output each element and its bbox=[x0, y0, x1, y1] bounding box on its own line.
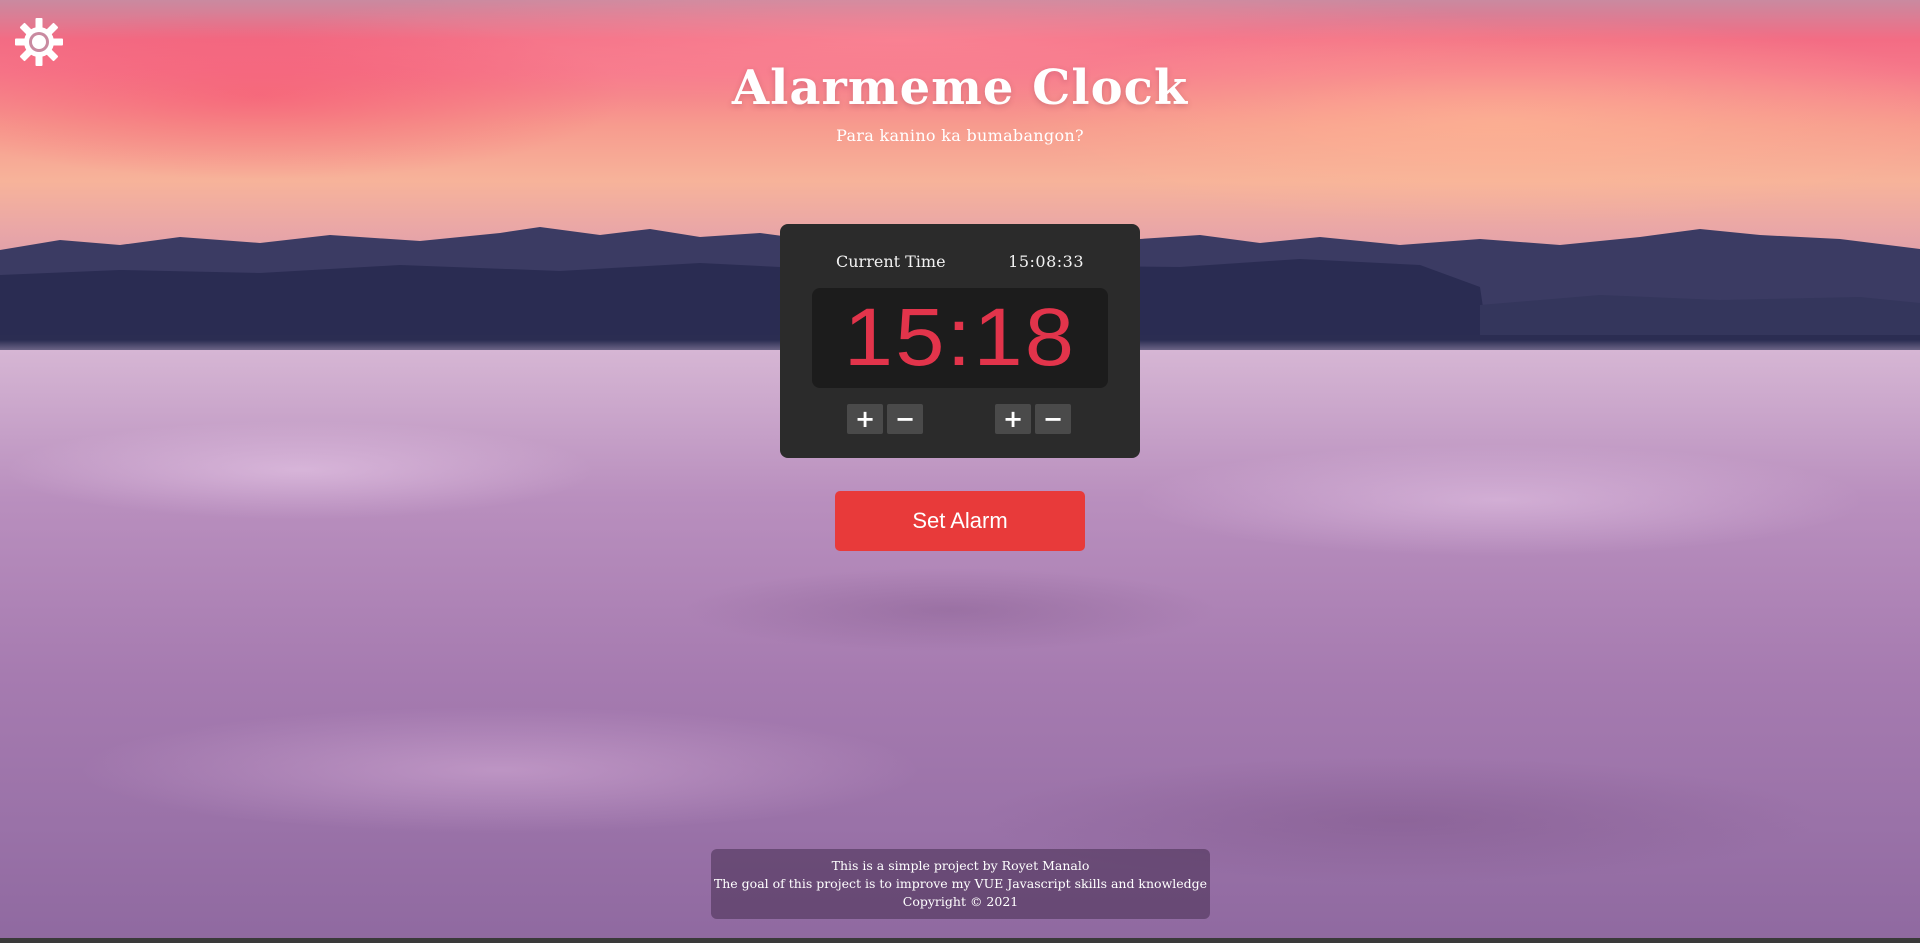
hour-decrement-button[interactable]: − bbox=[887, 404, 923, 434]
set-alarm-button[interactable]: Set Alarm bbox=[835, 491, 1085, 551]
page-subtitle: Para kanino ka bumabangon? bbox=[836, 126, 1084, 145]
page-header: Alarmeme Clock Para kanino ka bumabangon… bbox=[0, 58, 1920, 145]
footer-info: This is a simple project by Royet Manalo… bbox=[711, 849, 1210, 919]
current-time-row: Current Time 15:08:33 bbox=[780, 252, 1140, 274]
alarm-time-value: 15:18 bbox=[843, 292, 1077, 383]
footer-copyright: Copyright © 2021 bbox=[902, 894, 1019, 909]
minute-decrement-button[interactable]: − bbox=[1035, 404, 1071, 434]
current-time-value: 15:08:33 bbox=[1008, 252, 1084, 271]
minute-increment-button[interactable]: + bbox=[995, 404, 1031, 434]
clock-card: Current Time 15:08:33 15:18 + − + − bbox=[780, 224, 1140, 458]
alarm-display: 15:18 bbox=[812, 288, 1108, 388]
hour-increment-button[interactable]: + bbox=[847, 404, 883, 434]
page-title: Alarmeme Clock bbox=[731, 60, 1189, 116]
bottom-scrollbar[interactable] bbox=[0, 938, 1920, 943]
footer-goal: The goal of this project is to improve m… bbox=[713, 876, 1208, 891]
current-time-label: Current Time bbox=[836, 252, 946, 271]
footer-credit: This is a simple project by Royet Manalo bbox=[831, 858, 1090, 873]
